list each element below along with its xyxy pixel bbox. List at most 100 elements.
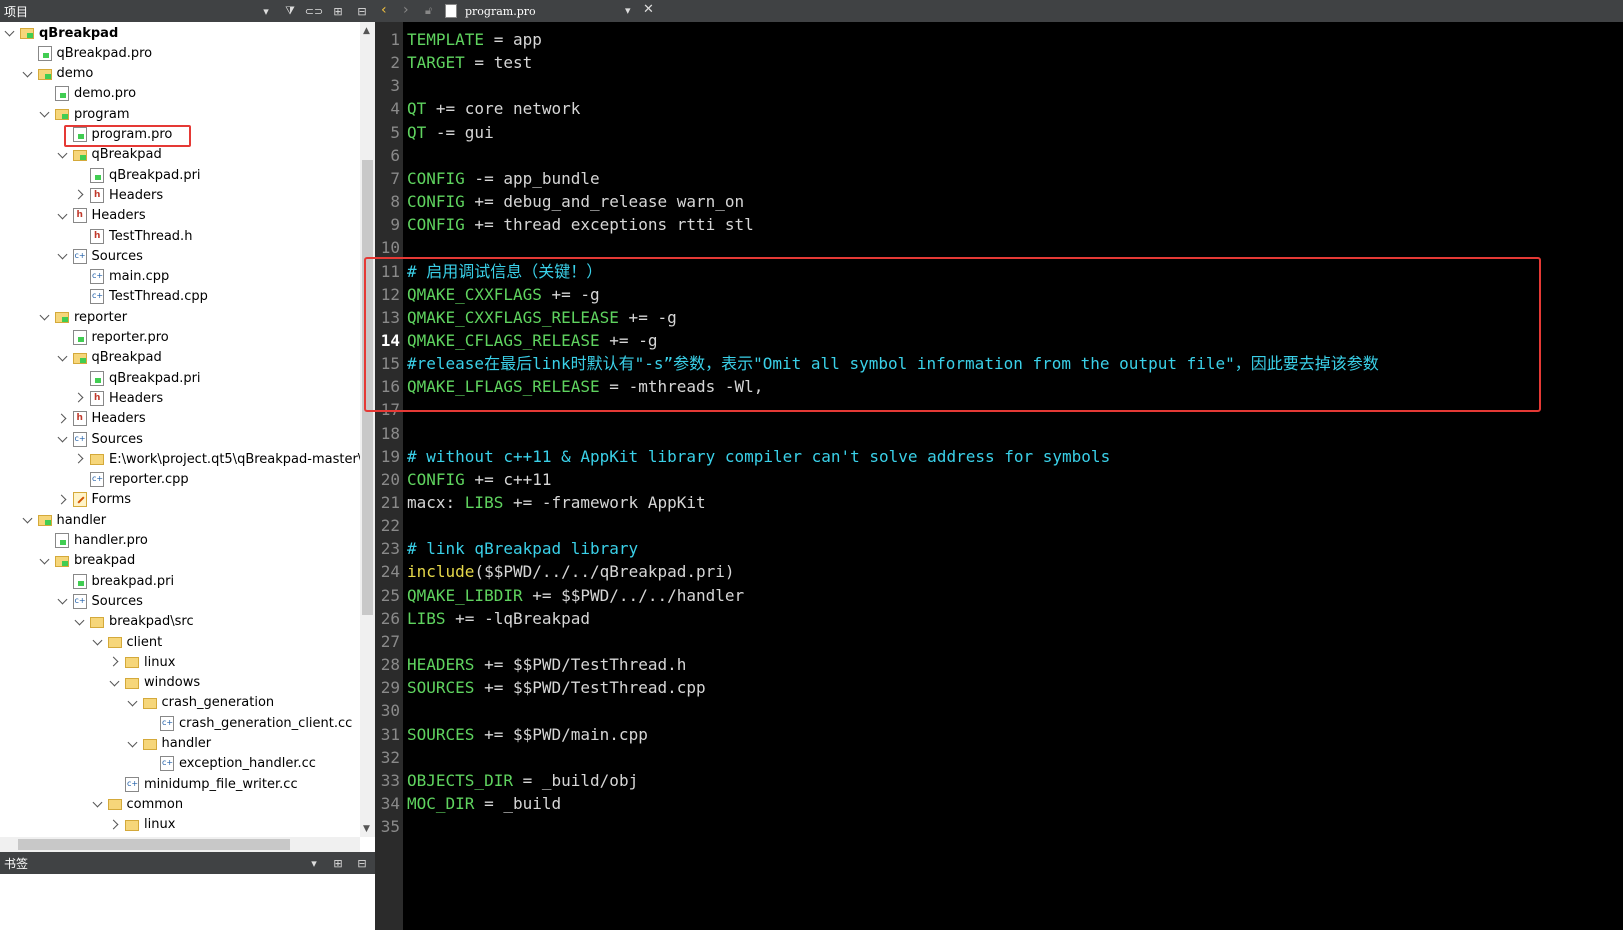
bookmarks-list[interactable] (0, 874, 375, 930)
code-line[interactable]: CONFIG -= app_bundle (407, 167, 600, 190)
tree-item[interactable]: breakpad.pri (57, 571, 174, 591)
code-line[interactable]: TEMPLATE = app (407, 28, 542, 51)
tree-item[interactable]: common (92, 794, 183, 814)
tree-item[interactable]: reporter.pro (57, 328, 169, 348)
tree-item[interactable]: client (92, 632, 162, 652)
code-editor[interactable] (403, 22, 1623, 930)
chevron-down-icon[interactable] (39, 310, 53, 324)
code-line[interactable]: QMAKE_LIBDIR += $$PWD/../../handler (407, 584, 744, 607)
chevron-down-icon[interactable] (39, 107, 53, 121)
chevron-down-icon[interactable] (57, 209, 71, 223)
code-line[interactable]: HEADERS += $$PWD/TestThread.h (407, 653, 686, 676)
chevron-down-icon[interactable] (39, 554, 53, 568)
back-arrow-icon[interactable]: ‹ (381, 2, 387, 18)
chevron-down-icon[interactable] (92, 797, 106, 811)
split-icon[interactable]: ⊞ (329, 854, 347, 872)
dropdown-arrow-icon[interactable]: ▾ (305, 854, 323, 872)
tree-item[interactable]: handler (127, 734, 211, 754)
tree-item[interactable]: Headers (57, 409, 146, 429)
close-pane-icon[interactable]: ⊟ (353, 2, 371, 20)
tree-item[interactable]: Sources (57, 429, 143, 449)
tree-item[interactable]: crash_generation_client.cc (144, 713, 352, 733)
code-line[interactable]: # without c++11 & AppKit library compile… (407, 445, 1110, 468)
chevron-down-icon[interactable] (74, 615, 88, 629)
tree-item[interactable]: qBreakpad (4, 23, 118, 43)
split-icon[interactable]: ⊞ (329, 2, 347, 20)
chevron-right-icon[interactable] (57, 412, 71, 426)
tree-item[interactable]: exception_handler.cc (144, 754, 316, 774)
tree-item[interactable]: breakpad\src (74, 612, 194, 632)
tree-item[interactable]: handler (22, 510, 106, 530)
tree-item[interactable]: reporter (39, 307, 127, 327)
tree-item[interactable]: Forms (57, 490, 131, 510)
tree-item[interactable]: windows (109, 673, 200, 693)
chevron-right-icon[interactable] (109, 818, 123, 832)
chevron-right-icon[interactable] (74, 452, 88, 466)
close-pane-icon[interactable]: ⊟ (353, 854, 371, 872)
code-line[interactable]: TARGET = test (407, 51, 532, 74)
chevron-down-icon[interactable] (57, 249, 71, 263)
link-icon[interactable]: ⊂⊃ (305, 2, 323, 20)
chevron-down-icon[interactable] (4, 26, 18, 40)
tree-item[interactable]: qBreakpad.pro (22, 43, 152, 63)
forward-arrow-icon[interactable]: › (403, 2, 409, 18)
code-line[interactable]: CONFIG += thread exceptions rtti stl (407, 213, 754, 236)
tree-item[interactable]: qBreakpad (57, 348, 162, 368)
chevron-down-icon[interactable] (22, 67, 36, 81)
tree-item[interactable]: minidump_file_writer.cc (109, 774, 298, 794)
code-line[interactable]: include($$PWD/../../qBreakpad.pri) (407, 560, 735, 583)
chevron-down-icon[interactable] (22, 513, 36, 527)
scroll-down-icon[interactable]: ▼ (363, 824, 372, 834)
tree-item[interactable]: linux (109, 652, 175, 672)
chevron-down-icon[interactable] (57, 148, 71, 162)
chevron-down-icon[interactable] (57, 594, 71, 608)
close-file-icon[interactable]: ✕ (643, 2, 654, 17)
chevron-right-icon[interactable] (109, 655, 123, 669)
project-tree-horizontal-scrollbar[interactable] (0, 837, 360, 852)
code-line[interactable]: SOURCES += $$PWD/main.cpp (407, 723, 648, 746)
code-line[interactable]: CONFIG += debug_and_release warn_on (407, 190, 744, 213)
code-line[interactable]: OBJECTS_DIR = _build/obj (407, 769, 638, 792)
code-line[interactable]: MOC_DIR = _build (407, 792, 561, 815)
code-line[interactable]: # link qBreakpad library (407, 537, 638, 560)
code-line[interactable]: QT += core network (407, 97, 580, 120)
filter-icon[interactable]: ⧩ (281, 2, 299, 20)
code-line[interactable]: CONFIG += c++11 (407, 468, 552, 491)
tree-item[interactable]: demo (22, 64, 93, 84)
tree-item[interactable]: Headers (74, 185, 163, 205)
tree-item[interactable]: crash_generation (127, 693, 274, 713)
tree-item[interactable]: Headers (74, 388, 163, 408)
chevron-right-icon[interactable] (74, 391, 88, 405)
tree-item[interactable]: Sources (57, 246, 143, 266)
project-tree-vertical-scrollbar[interactable]: ▲ ▼ (360, 22, 375, 837)
tree-item[interactable]: qBreakpad.pri (74, 368, 201, 388)
chevron-down-icon[interactable] (127, 737, 141, 751)
tree-item[interactable]: demo.pro (39, 84, 136, 104)
chevron-right-icon[interactable] (57, 493, 71, 507)
chevron-down-icon[interactable] (109, 676, 123, 690)
tree-item[interactable]: Headers (57, 206, 146, 226)
tree-item[interactable]: breakpad (39, 551, 135, 571)
tree-item[interactable]: TestThread.h (74, 226, 192, 246)
chevron-down-icon[interactable] (57, 432, 71, 446)
tree-item[interactable]: qBreakpad.pri (74, 165, 201, 185)
scroll-up-icon[interactable]: ▲ (363, 26, 372, 36)
file-tab[interactable]: program.pro (445, 2, 536, 20)
tree-item[interactable]: reporter.cpp (74, 470, 189, 490)
code-line[interactable]: QT -= gui (407, 121, 494, 144)
tree-item[interactable]: linux (109, 815, 175, 835)
tree-item[interactable]: handler.pro (39, 531, 148, 551)
code-line[interactable]: macx: LIBS += -framework AppKit (407, 491, 706, 514)
chevron-down-icon[interactable] (92, 635, 106, 649)
tree-item[interactable]: E:\work\project.qt5\qBreakpad-master\dem… (74, 449, 360, 469)
tree-item[interactable]: main.cpp (74, 267, 169, 287)
chevron-down-icon[interactable] (57, 351, 71, 365)
tree-item[interactable]: program (39, 104, 130, 124)
tree-item[interactable]: qBreakpad (57, 145, 162, 165)
horizontal-scrollbar-thumb[interactable] (18, 839, 290, 850)
tree-item[interactable]: Sources (57, 591, 143, 611)
chevron-down-icon[interactable] (127, 696, 141, 710)
dropdown-arrow-icon[interactable]: ▾ (257, 2, 275, 20)
code-line[interactable]: SOURCES += $$PWD/TestThread.cpp (407, 676, 706, 699)
chevron-right-icon[interactable] (74, 188, 88, 202)
